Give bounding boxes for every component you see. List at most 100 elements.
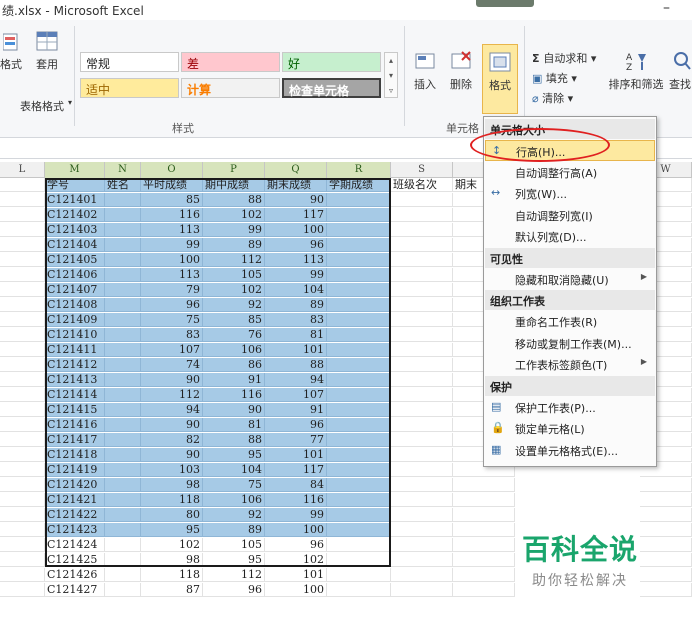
data-cell[interactable]: 99 — [141, 238, 203, 252]
data-cell[interactable] — [105, 193, 141, 207]
data-cell[interactable] — [105, 403, 141, 417]
menu-item[interactable]: 自动调整行高(A) — [485, 162, 655, 183]
data-cell[interactable]: C121425 — [45, 553, 105, 567]
find-button[interactable]: 查找 — [668, 50, 692, 92]
empty-cell[interactable] — [391, 388, 453, 402]
menu-item[interactable]: 隐藏和取消隐藏(U) ▶ — [485, 269, 655, 290]
data-cell[interactable]: C121423 — [45, 523, 105, 537]
empty-cell[interactable] — [453, 493, 515, 507]
empty-cell[interactable] — [391, 403, 453, 417]
data-cell[interactable] — [105, 298, 141, 312]
data-cell[interactable] — [105, 373, 141, 387]
empty-cell[interactable] — [391, 523, 453, 537]
data-cell[interactable] — [327, 358, 391, 372]
data-cell[interactable]: 83 — [265, 313, 327, 327]
table-row[interactable]: C121421 118 106 116 — [0, 493, 692, 507]
empty-cell[interactable] — [0, 328, 45, 342]
empty-cell[interactable] — [391, 193, 453, 207]
data-cell[interactable]: 92 — [203, 508, 265, 522]
empty-cell[interactable] — [0, 583, 45, 597]
menu-item[interactable]: ▤ 保护工作表(P)... — [485, 397, 655, 418]
autosum-button[interactable]: Σ 自动求和 ▾ — [532, 50, 596, 66]
menu-item[interactable]: ▦ 设置单元格格式(E)... — [485, 440, 655, 461]
data-cell[interactable] — [327, 193, 391, 207]
data-cell[interactable] — [105, 583, 141, 597]
data-cell[interactable]: C121420 — [45, 478, 105, 492]
data-cell[interactable] — [327, 253, 391, 267]
empty-cell[interactable] — [391, 298, 453, 312]
data-cell[interactable] — [327, 538, 391, 552]
data-cell[interactable] — [105, 478, 141, 492]
empty-cell[interactable] — [0, 388, 45, 402]
empty-cell[interactable] — [391, 553, 453, 567]
minimize-button[interactable]: – — [663, 0, 670, 16]
data-cell[interactable] — [327, 583, 391, 597]
data-cell[interactable]: C121401 — [45, 193, 105, 207]
data-cell[interactable]: C121408 — [45, 298, 105, 312]
data-cell[interactable] — [105, 523, 141, 537]
empty-cell[interactable] — [453, 478, 515, 492]
empty-cell[interactable] — [0, 193, 45, 207]
empty-cell[interactable] — [391, 328, 453, 342]
data-cell[interactable]: 106 — [203, 343, 265, 357]
data-cell[interactable]: 80 — [141, 508, 203, 522]
style-bad[interactable]: 差 — [181, 52, 280, 72]
conditional-format-button[interactable]: 格式 — [0, 30, 22, 72]
data-cell[interactable] — [105, 538, 141, 552]
empty-cell[interactable] — [391, 448, 453, 462]
empty-cell[interactable] — [391, 253, 453, 267]
data-cell[interactable]: 99 — [265, 508, 327, 522]
column-header[interactable]: P — [203, 162, 265, 178]
data-cell[interactable]: 90 — [203, 403, 265, 417]
data-cell[interactable]: 88 — [203, 433, 265, 447]
data-cell[interactable] — [327, 238, 391, 252]
data-cell[interactable]: 89 — [203, 523, 265, 537]
data-cell[interactable]: 75 — [141, 313, 203, 327]
data-cell[interactable]: 75 — [203, 478, 265, 492]
empty-cell[interactable] — [640, 493, 692, 507]
data-cell[interactable]: C121424 — [45, 538, 105, 552]
data-cell[interactable]: 92 — [203, 298, 265, 312]
data-cell[interactable]: 86 — [203, 358, 265, 372]
empty-cell[interactable] — [391, 493, 453, 507]
empty-cell[interactable] — [391, 313, 453, 327]
menu-item[interactable]: 🔒 锁定单元格(L) — [485, 418, 655, 439]
data-cell[interactable]: 102 — [203, 283, 265, 297]
data-cell[interactable] — [105, 433, 141, 447]
column-header[interactable]: S — [391, 162, 453, 178]
empty-cell[interactable] — [391, 568, 453, 582]
data-cell[interactable]: 105 — [203, 538, 265, 552]
data-cell[interactable]: 90 — [141, 373, 203, 387]
data-cell[interactable] — [327, 208, 391, 222]
data-cell[interactable]: 84 — [265, 478, 327, 492]
empty-cell[interactable] — [391, 268, 453, 282]
data-cell[interactable]: 81 — [265, 328, 327, 342]
empty-cell[interactable] — [391, 538, 453, 552]
data-cell[interactable]: 87 — [141, 583, 203, 597]
data-cell[interactable] — [327, 523, 391, 537]
data-cell[interactable]: C121416 — [45, 418, 105, 432]
data-cell[interactable]: 82 — [141, 433, 203, 447]
data-cell[interactable]: 118 — [141, 493, 203, 507]
data-cell[interactable]: 117 — [265, 208, 327, 222]
menu-item[interactable]: 自动调整列宽(I) — [485, 205, 655, 226]
format-as-table-button[interactable]: 套用 — [32, 30, 62, 72]
empty-cell[interactable] — [391, 508, 453, 522]
data-cell[interactable] — [105, 568, 141, 582]
data-cell[interactable] — [105, 238, 141, 252]
sort-filter-button[interactable]: AZ 排序和筛选 — [604, 50, 668, 92]
data-cell[interactable]: 102 — [265, 553, 327, 567]
empty-cell[interactable] — [0, 268, 45, 282]
menu-item[interactable]: 工作表标签颜色(T) ▶ — [485, 354, 655, 375]
data-cell[interactable]: 90 — [141, 448, 203, 462]
data-cell[interactable]: 112 — [203, 568, 265, 582]
data-cell[interactable]: 89 — [265, 298, 327, 312]
data-cell[interactable]: 107 — [265, 388, 327, 402]
data-cell[interactable] — [327, 283, 391, 297]
data-cell[interactable] — [105, 463, 141, 477]
data-cell[interactable] — [105, 283, 141, 297]
data-cell[interactable]: 117 — [265, 463, 327, 477]
data-cell[interactable]: C121419 — [45, 463, 105, 477]
data-cell[interactable] — [105, 223, 141, 237]
data-cell[interactable]: C121427 — [45, 583, 105, 597]
